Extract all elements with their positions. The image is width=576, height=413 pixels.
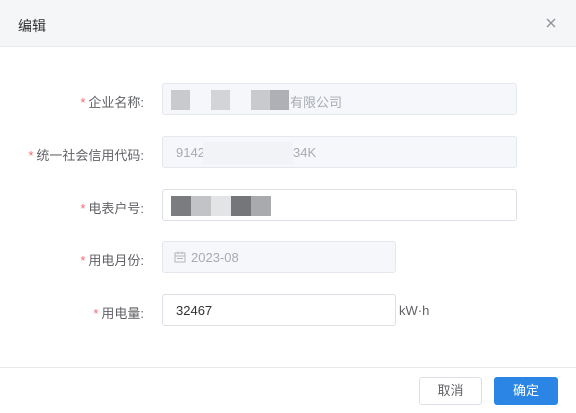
redaction-mask	[270, 90, 289, 110]
credit-code-value-end: 34K	[293, 145, 317, 160]
redaction-mask	[191, 196, 211, 216]
month-picker[interactable]: 2023-08	[162, 241, 396, 273]
close-icon[interactable]	[542, 14, 560, 32]
form-row-usage: * 用电量: 32467 kW·h	[0, 294, 576, 328]
required-mark: *	[93, 306, 99, 321]
company-name-value: 有限公司	[290, 95, 343, 110]
redaction-mask	[171, 90, 190, 110]
meter-no-input[interactable]	[162, 189, 517, 221]
company-name-label-text: 企业名称:	[88, 95, 144, 110]
redaction-mask	[251, 90, 270, 110]
redaction-mask	[251, 196, 271, 216]
credit-code-input[interactable]: 9142 34K	[162, 136, 517, 168]
required-mark: *	[80, 201, 86, 216]
form-row-company-name: * 企业名称: 有限公司	[0, 83, 576, 117]
confirm-button[interactable]: 确定	[494, 377, 558, 405]
month-label: * 用电月份:	[80, 250, 144, 269]
dialog-title: 编辑	[18, 18, 46, 34]
form-row-credit-code: * 统一社会信用代码: 9142 34K	[0, 136, 576, 170]
usage-label: * 用电量:	[93, 303, 144, 322]
redaction-mask	[171, 196, 191, 216]
usage-value: 32467	[176, 303, 213, 318]
meter-no-label-text: 电表户号:	[88, 201, 144, 216]
credit-code-label: * 统一社会信用代码:	[28, 145, 144, 164]
form-row-month: * 用电月份: 2023-08	[0, 241, 576, 275]
calendar-icon	[174, 251, 186, 263]
meter-no-label: * 电表户号:	[80, 198, 144, 217]
cancel-button[interactable]: 取消	[419, 377, 482, 405]
company-name-label: * 企业名称:	[80, 92, 144, 111]
company-name-input[interactable]: 有限公司	[162, 83, 517, 115]
required-mark: *	[80, 95, 86, 110]
month-label-text: 用电月份:	[88, 253, 144, 268]
month-value: 2023-08	[191, 250, 239, 265]
dialog-footer: 取消 确定	[0, 367, 576, 413]
redaction-mask	[211, 90, 230, 110]
credit-code-value-start: 9142	[176, 145, 205, 160]
redaction-mask	[231, 196, 251, 216]
required-mark: *	[80, 253, 86, 268]
dialog-header: 编辑	[0, 0, 576, 47]
usage-input[interactable]: 32467	[162, 294, 396, 326]
usage-unit: kW·h	[399, 303, 430, 318]
form-row-meter-no: * 电表户号:	[0, 189, 576, 223]
edit-dialog: 编辑 * 企业名称: 有限公司 * 统一社会信用代码: 9142 34K * 电…	[0, 0, 576, 413]
redaction-mask	[211, 196, 231, 216]
required-mark: *	[28, 148, 34, 163]
credit-code-label-text: 统一社会信用代码:	[36, 148, 144, 163]
usage-label-text: 用电量:	[101, 306, 144, 321]
redaction-mask	[203, 142, 293, 164]
